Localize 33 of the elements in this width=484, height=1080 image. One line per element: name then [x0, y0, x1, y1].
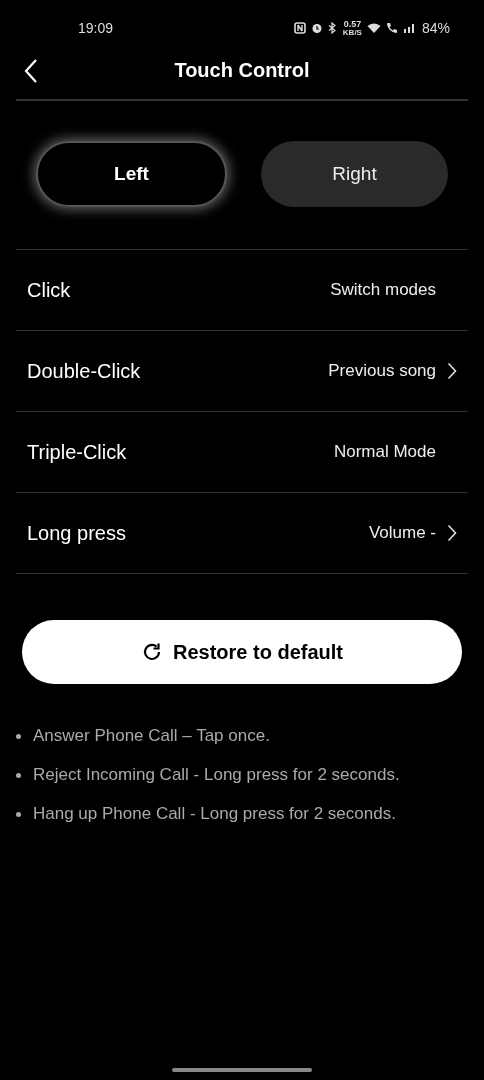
note-text: Reject Incoming Call - Long press for 2 seconds.: [33, 764, 400, 786]
page-title: Touch Control: [174, 58, 310, 83]
bullet-icon: [16, 733, 21, 739]
speed-unit: KB/S: [342, 28, 362, 37]
call-icon: [385, 22, 398, 34]
setting-label: Click: [27, 278, 72, 302]
note-text: Answer Phone Call – Tap once.: [33, 725, 270, 747]
setting-label: Triple-Click: [27, 440, 128, 464]
speed-value: 0.57: [343, 19, 362, 29]
wifi-icon: [366, 22, 381, 34]
nfc-icon: [293, 22, 306, 34]
setting-row[interactable]: Double-Click Previous song: [16, 331, 468, 412]
earbud-tab[interactable]: Left: [36, 141, 227, 207]
setting-value: Previous song: [328, 361, 436, 381]
note-text: Hang up Phone Call - Long press for 2 seconds.: [33, 803, 396, 825]
signal-icon: [402, 22, 415, 34]
earbud-tab[interactable]: Right: [261, 141, 448, 207]
setting-value: Normal Mode: [333, 442, 436, 462]
battery-level: 84%: [421, 20, 450, 36]
bluetooth-icon: [327, 22, 338, 34]
setting-label: Long press: [27, 521, 127, 545]
bullet-icon: [16, 772, 21, 778]
restore-button[interactable]: Restore to default: [22, 620, 462, 684]
setting-row[interactable]: Click Switch modes: [16, 250, 468, 331]
setting-value: Switch modes: [330, 280, 436, 300]
setting-label: Double-Click: [27, 359, 142, 383]
bullet-icon: [16, 811, 21, 817]
status-time: 19:09: [78, 20, 114, 36]
setting-row[interactable]: Triple-Click Normal Mode: [16, 412, 468, 493]
back-icon: [24, 58, 38, 84]
setting-row[interactable]: Long press Volume -: [16, 493, 468, 574]
refresh-icon: [141, 641, 163, 663]
setting-value: Volume -: [368, 523, 436, 543]
